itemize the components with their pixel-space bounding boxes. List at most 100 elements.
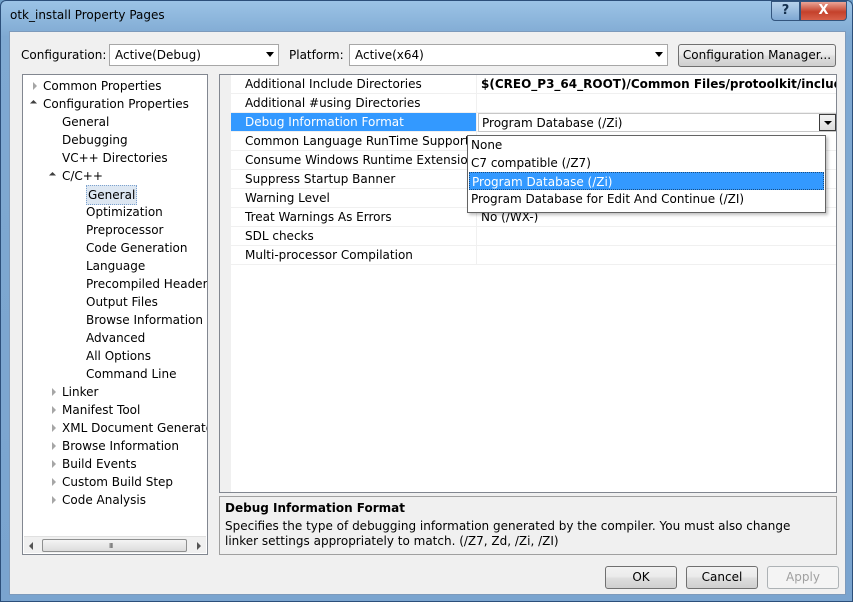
configuration-combo[interactable]: Active(Debug) xyxy=(109,44,279,66)
tree-item[interactable]: Custom Build Step xyxy=(23,473,207,491)
tree-horizontal-scrollbar[interactable]: III xyxy=(24,536,206,553)
description-title: Debug Information Format xyxy=(225,501,406,515)
property-name: Multi-processor Compilation xyxy=(231,246,477,264)
tree-item[interactable]: VC++ Directories xyxy=(23,149,207,167)
property-row[interactable]: Debug Information Format Program Database… xyxy=(231,113,836,132)
dropdown-option[interactable]: Program Database (/Zi) xyxy=(469,172,824,190)
chevron-down-icon xyxy=(655,52,663,57)
tree-item-label: General xyxy=(86,185,138,205)
property-name: SDL checks xyxy=(231,227,477,245)
tree-item-label: Custom Build Step xyxy=(62,475,174,489)
window-title: otk_install Property Pages xyxy=(10,8,165,22)
tree-item[interactable]: Advanced xyxy=(23,329,207,347)
description-panel: Debug Information Format Specifies the t… xyxy=(219,496,837,555)
collapsed-arrow-icon[interactable] xyxy=(52,406,56,414)
platform-value: Active(x64) xyxy=(355,48,424,62)
apply-button[interactable]: Apply xyxy=(767,566,839,589)
tree-item-label: Manifest Tool xyxy=(62,403,141,417)
tree-item[interactable]: Browse Information xyxy=(23,311,207,329)
collapsed-arrow-icon[interactable] xyxy=(52,388,56,396)
tree-item[interactable]: Optimization xyxy=(23,203,207,221)
tree-item[interactable]: Command Line xyxy=(23,365,207,383)
tree-item[interactable]: Browse Information xyxy=(23,437,207,455)
tree-item[interactable]: XML Document Generator xyxy=(23,419,207,437)
tree-item[interactable]: Code Analysis xyxy=(23,491,207,509)
property-value-combo[interactable]: Program Database (/Zi) xyxy=(478,113,836,132)
expanded-arrow-icon[interactable] xyxy=(29,99,38,108)
help-icon: ? xyxy=(781,3,790,18)
property-value: Program Database (/Zi) xyxy=(482,116,623,130)
tree-item[interactable]: Output Files xyxy=(23,293,207,311)
tree-item-label: Advanced xyxy=(86,331,146,345)
collapsed-arrow-icon[interactable] xyxy=(52,478,56,486)
property-row[interactable]: Additional #using Directories xyxy=(231,94,836,113)
tree-item-label: VC++ Directories xyxy=(62,151,168,165)
help-button[interactable]: ? xyxy=(771,1,800,21)
collapsed-arrow-icon[interactable] xyxy=(52,460,56,468)
tree-item-label: XML Document Generator xyxy=(62,421,208,435)
debug-format-dropdown-list[interactable]: None C7 compatible (/Z7) Program Database … xyxy=(467,135,826,213)
property-pages-window: otk_install Property Pages ? X Configura… xyxy=(0,0,853,602)
tree-item-label: General xyxy=(62,115,110,129)
property-name: Additional Include Directories xyxy=(231,75,477,93)
tree-item-label: Code Generation xyxy=(86,241,188,255)
tree-item[interactable]: Precompiled Headers xyxy=(23,275,207,293)
tree-item-label: Preprocessor xyxy=(86,223,164,237)
title-bar[interactable]: otk_install Property Pages ? X xyxy=(1,1,852,29)
tree-item[interactable]: General xyxy=(23,185,207,205)
description-text: Specifies the type of debugging informat… xyxy=(225,519,791,548)
property-tree[interactable]: Common Properties Configuration Propertie… xyxy=(22,74,208,555)
dropdown-option[interactable]: C7 compatible (/Z7) xyxy=(469,154,824,172)
tree-item[interactable]: Code Generation xyxy=(23,239,207,257)
collapsed-arrow-icon[interactable] xyxy=(33,82,37,90)
property-row[interactable]: Multi-processor Compilation xyxy=(231,246,836,265)
property-value[interactable] xyxy=(478,94,836,112)
property-row[interactable]: SDL checks xyxy=(231,227,836,246)
collapsed-arrow-icon[interactable] xyxy=(52,496,56,504)
scroll-thumb[interactable]: III xyxy=(42,539,187,552)
close-button[interactable]: X xyxy=(800,1,847,21)
platform-combo[interactable]: Active(x64) xyxy=(349,44,668,66)
scroll-left-icon[interactable] xyxy=(29,542,33,550)
collapsed-arrow-icon[interactable] xyxy=(52,424,56,432)
configuration-value: Active(Debug) xyxy=(115,48,201,62)
property-value[interactable]: $(CREO_P3_64_ROOT)/Common Files/protoolk… xyxy=(478,75,836,93)
dropdown-option[interactable]: Program Database for Edit And Continue (… xyxy=(469,190,824,208)
tree-item-label: Code Analysis xyxy=(62,493,146,507)
property-row[interactable]: Additional Include Directories $(CREO_P3_… xyxy=(231,75,836,94)
tree-item[interactable]: Build Events xyxy=(23,455,207,473)
tree-item-label: Linker xyxy=(62,385,99,399)
tree-item[interactable]: General xyxy=(23,113,207,131)
configuration-label: Configuration: xyxy=(21,48,107,62)
tree-item[interactable]: Language xyxy=(23,257,207,275)
tree-item[interactable]: C/C++ xyxy=(23,167,207,185)
tree-item[interactable]: Common Properties xyxy=(23,77,207,95)
property-name: Suppress Startup Banner xyxy=(231,170,477,188)
scroll-right-icon[interactable] xyxy=(197,542,201,550)
tree-item[interactable]: Linker xyxy=(23,383,207,401)
close-icon: X xyxy=(818,3,829,18)
tree-item-label: Output Files xyxy=(86,295,158,309)
tree-item-label: Common Properties xyxy=(43,79,162,93)
grid-gutter xyxy=(220,75,231,492)
property-value[interactable] xyxy=(478,227,836,245)
property-value[interactable] xyxy=(478,246,836,264)
ok-button[interactable]: OK xyxy=(605,566,677,589)
expanded-arrow-icon[interactable] xyxy=(48,171,57,180)
chevron-down-icon xyxy=(266,52,274,57)
tree-item[interactable]: Preprocessor xyxy=(23,221,207,239)
collapsed-arrow-icon[interactable] xyxy=(52,442,56,450)
tree-item[interactable]: All Options xyxy=(23,347,207,365)
dropdown-button[interactable] xyxy=(819,114,836,131)
dropdown-option[interactable]: None xyxy=(469,136,824,154)
cancel-button[interactable]: Cancel xyxy=(686,566,758,589)
grip-icon: III xyxy=(109,542,113,550)
tree-item[interactable]: Configuration Properties xyxy=(23,95,207,113)
chevron-down-icon xyxy=(824,121,832,125)
tree-item[interactable]: Manifest Tool xyxy=(23,401,207,419)
tree-item[interactable]: Debugging xyxy=(23,131,207,149)
configuration-manager-button[interactable]: Configuration Manager... xyxy=(678,44,836,67)
tree-item-label: Command Line xyxy=(86,367,177,381)
tree-item-label: Precompiled Headers xyxy=(86,277,208,291)
tree-item-label: Debugging xyxy=(62,133,128,147)
